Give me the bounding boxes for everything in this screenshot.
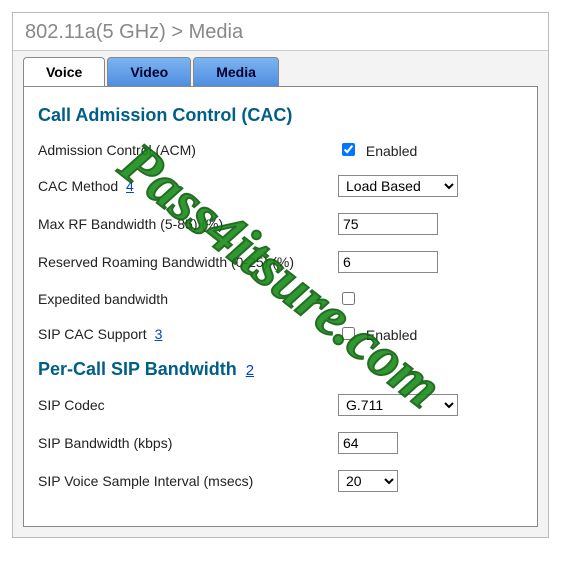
maxrf-row: Max RF Bandwidth (5-85) (%) [38,213,523,235]
maxrf-input[interactable] [338,213,438,235]
expedited-checkbox[interactable] [342,292,355,305]
cac-method-label: CAC Method [38,178,118,194]
acm-checkbox[interactable] [342,143,355,156]
tab-video[interactable]: Video [107,57,191,86]
cac-method-row: CAC Method 4 Load Based [38,175,523,197]
tabs-row: Voice Video Media [13,51,548,86]
tab-voice[interactable]: Voice [23,57,105,86]
sipcac-row: SIP CAC Support 3 Enabled [38,324,523,343]
voice-panel: Call Admission Control (CAC) Admission C… [23,86,538,527]
codec-label: SIP Codec [38,397,338,413]
breadcrumb: 802.11a(5 GHz) > Media [13,13,548,51]
acm-enabled-text: Enabled [366,143,417,159]
tab-media[interactable]: Media [193,57,279,86]
sipcac-checkbox[interactable] [342,327,355,340]
codec-row: SIP Codec G.711 [38,394,523,416]
roaming-input[interactable] [338,251,438,273]
sip-bw-label: SIP Bandwidth (kbps) [38,435,338,451]
percall-heading: Per-Call SIP Bandwidth 2 [38,359,523,380]
interval-row: SIP Voice Sample Interval (msecs) 20 [38,470,523,492]
interval-select[interactable]: 20 [338,470,398,492]
cac-heading: Call Admission Control (CAC) [38,105,523,126]
cac-method-help-icon[interactable]: 4 [126,178,134,194]
acm-row: Admission Control (ACM) Enabled [38,140,523,159]
expedited-label: Expedited bandwidth [38,291,338,307]
roaming-label: Reserved Roaming Bandwidth (0-25) (%) [38,254,338,270]
sip-bw-input[interactable] [338,432,398,454]
sip-bw-row: SIP Bandwidth (kbps) [38,432,523,454]
sipcac-help-icon[interactable]: 3 [155,326,163,342]
sipcac-enabled-text: Enabled [366,327,417,343]
interval-label: SIP Voice Sample Interval (msecs) [38,473,338,489]
percall-help-icon[interactable]: 2 [246,362,254,379]
cac-method-select[interactable]: Load Based [338,175,458,197]
sipcac-label: SIP CAC Support [38,326,147,342]
acm-label: Admission Control (ACM) [38,142,338,158]
expedited-row: Expedited bandwidth [38,289,523,308]
codec-select[interactable]: G.711 [338,394,458,416]
maxrf-label: Max RF Bandwidth (5-85) (%) [38,216,338,232]
roaming-row: Reserved Roaming Bandwidth (0-25) (%) [38,251,523,273]
media-config-container: 802.11a(5 GHz) > Media Voice Video Media… [12,12,549,538]
